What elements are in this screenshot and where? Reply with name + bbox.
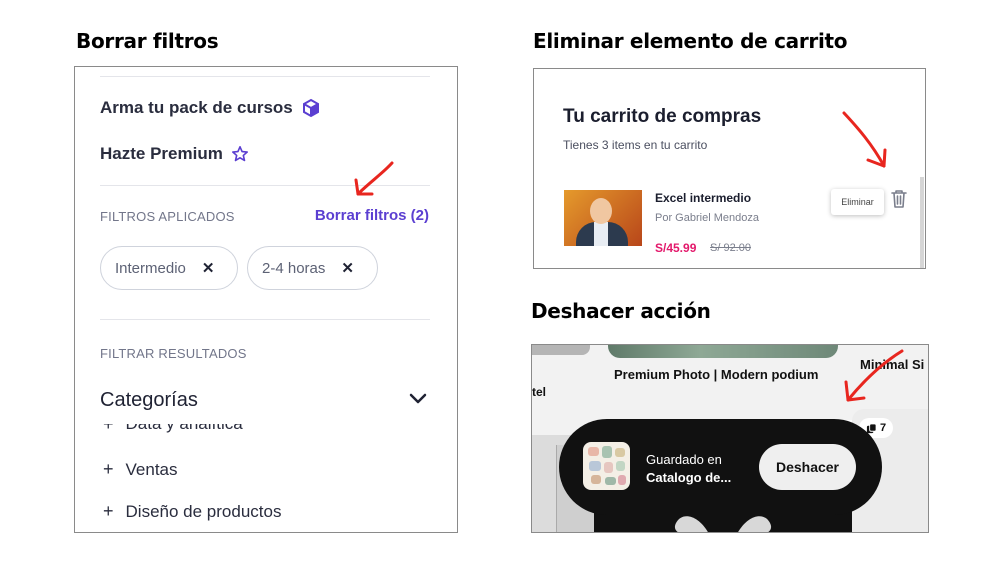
delete-tooltip: Eliminar (831, 189, 884, 215)
toast-board-name[interactable]: Catalogo de... (646, 470, 731, 485)
menu-link-pack-cursos[interactable]: Arma tu pack de cursos (100, 98, 321, 118)
clear-filters-link[interactable]: Borrar filtros (2) (315, 207, 429, 224)
scrollbar[interactable] (920, 177, 924, 268)
person-shirt (594, 222, 608, 246)
cube-icon (302, 98, 319, 118)
trash-icon[interactable] (889, 188, 909, 210)
section-title-eliminar-carrito: Eliminar elemento de carrito (533, 29, 848, 53)
cart-item-price: S/45.99 (655, 241, 697, 255)
divider (100, 76, 430, 77)
plus-icon: + (103, 459, 114, 479)
cart-title: Tu carrito de compras (563, 106, 762, 127)
board-thumbnail (583, 442, 630, 490)
red-arrow-icon (842, 111, 887, 168)
section-title-borrar-filtros: Borrar filtros (76, 29, 219, 53)
chip-label: 2-4 horas (262, 259, 326, 277)
plus-icon: + (103, 501, 114, 521)
red-arrow-icon (354, 161, 394, 196)
category-label: Data y analítica (126, 424, 243, 434)
toast-saved-label: Guardado en (646, 452, 722, 467)
plus-icon: + (103, 424, 114, 435)
filter-chip-2-4-horas[interactable]: 2-4 horas ✕ (247, 246, 378, 290)
pin-count: 7 (879, 422, 887, 434)
cart-item-old-price: S/ 92.00 (710, 242, 751, 254)
category-item-ventas[interactable]: + Ventas (103, 459, 178, 480)
cart-item-name[interactable]: Excel intermedio (655, 191, 751, 205)
star-icon (231, 145, 248, 162)
pin-title[interactable]: tel (532, 385, 546, 399)
category-label: Ventas (125, 459, 178, 479)
section-title-deshacer: Deshacer acción (531, 299, 711, 323)
category-item-data[interactable]: + Data y analítica (103, 424, 243, 436)
chevron-down-icon[interactable] (409, 393, 427, 405)
filters-panel: Arma tu pack de cursos Hazte Premium FIL… (74, 66, 458, 533)
category-label: Diseño de productos (125, 501, 282, 521)
cart-subtitle: Tienes 3 items en tu carrito (563, 138, 708, 152)
close-icon[interactable]: ✕ (202, 259, 215, 277)
close-icon[interactable]: ✕ (341, 259, 354, 277)
undo-button[interactable]: Deshacer (759, 444, 856, 490)
image-tile[interactable] (532, 345, 590, 355)
menu-link-label: Arma tu pack de cursos (100, 98, 293, 117)
filter-results-heading: FILTRAR RESULTADOS (100, 346, 247, 361)
pin-title[interactable]: Premium Photo | Modern podium (614, 367, 818, 382)
chip-label: Intermedio (115, 259, 186, 277)
red-arrow-icon (844, 349, 904, 402)
saved-toast: Guardado en Catalogo de... Deshacer (559, 419, 882, 515)
category-item-diseno[interactable]: + Diseño de productos (103, 501, 281, 522)
person-head (590, 198, 612, 224)
filter-chip-intermedio[interactable]: Intermedio ✕ (100, 246, 238, 290)
applied-filters-heading: FILTROS APLICADOS (100, 209, 235, 224)
image-tile[interactable] (608, 345, 838, 358)
divider (100, 319, 430, 320)
cart-item-author: Por Gabriel Mendoza (655, 212, 759, 224)
menu-link-label: Hazte Premium (100, 144, 223, 163)
course-thumbnail[interactable] (564, 190, 642, 246)
menu-link-premium[interactable]: Hazte Premium (100, 144, 249, 164)
categories-title[interactable]: Categorías (100, 389, 198, 412)
